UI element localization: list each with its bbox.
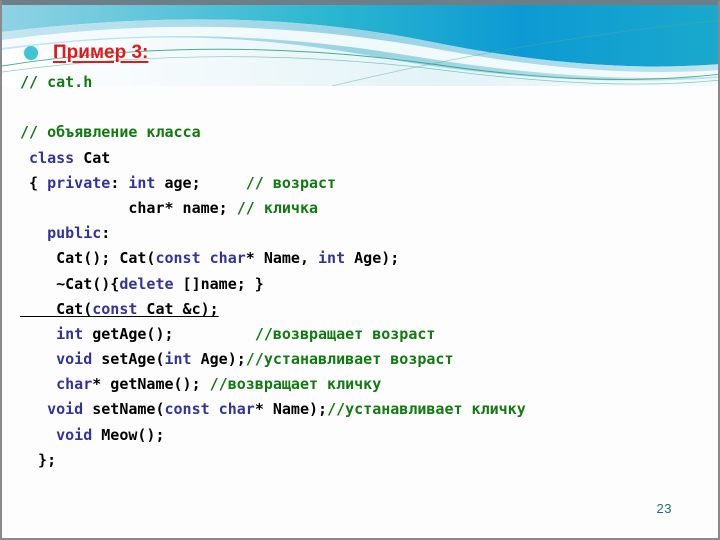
code-token-id	[20, 375, 56, 393]
slide-title-text: Пример 3:	[53, 42, 149, 63]
code-token-kw: int	[56, 324, 84, 343]
code-line: void setName(const char* Name);//устанав…	[20, 397, 710, 422]
slide-page-number: 23	[656, 501, 672, 516]
code-token-id	[20, 400, 47, 418]
code-token-cmt: // cat.h	[20, 73, 93, 91]
code-line: Cat(const Cat &c);	[20, 297, 710, 322]
code-token-id: setName(	[83, 400, 165, 419]
slide-title: Пример 3:	[24, 40, 148, 66]
code-token-kw: char	[56, 375, 93, 394]
code-token-kw: private	[47, 173, 111, 192]
code-token-id: {	[20, 173, 48, 192]
code-token-kw: const	[92, 299, 138, 318]
code-token-kw: class	[29, 148, 75, 167]
code-token-id	[20, 224, 47, 242]
code-token-kw: const char	[164, 400, 255, 419]
code-token-id: Cat &c);	[137, 299, 219, 318]
code-token-kw: int	[128, 173, 156, 192]
code-token-cmt: //устанавливает возраст	[245, 350, 454, 369]
code-token-kw: void	[47, 400, 84, 419]
code-token-id: :	[110, 173, 129, 192]
code-token-cmt: // объявление класса	[20, 123, 201, 142]
code-line: public:	[20, 221, 710, 246]
code-line: Cat(); Cat(const char* Name, int Age);	[20, 246, 710, 271]
bullet-circle-icon	[24, 46, 38, 60]
code-token-cmt: //устанавливает кличку	[327, 400, 526, 419]
code-token-cmt: //возвращает возраст	[254, 324, 436, 343]
code-token-id: ~Cat(){	[20, 274, 120, 293]
code-token-id: []name; }	[173, 274, 264, 293]
code-line: void setAge(int Age);//устанавливает воз…	[20, 347, 710, 372]
code-token-id: age;	[155, 173, 246, 192]
code-token-id	[20, 325, 56, 343]
presentation-slide: Пример 3: // cat.h // объявление класса …	[0, 0, 720, 540]
code-line: void Meow();	[20, 423, 710, 448]
code-token-kw: int	[164, 350, 192, 369]
code-line: char* getName(); //возвращает кличку	[20, 372, 710, 397]
code-line: };	[20, 448, 710, 473]
code-token-id: Meow();	[92, 425, 165, 444]
code-line: int getAge(); //возвращает возраст	[20, 322, 710, 347]
code-token-id: Age);	[345, 249, 400, 268]
code-token-cmt: //возвращает кличку	[209, 375, 382, 394]
code-token-cmt: // кличка	[236, 198, 319, 217]
code-line: class Cat	[20, 146, 710, 171]
code-token-id: :	[101, 224, 111, 243]
code-token-id: char* name;	[20, 198, 237, 217]
code-line: // cat.h	[20, 70, 710, 95]
code-token-id: setAge(	[92, 350, 165, 369]
code-block: // cat.h // объявление класса class Cat …	[20, 70, 710, 473]
code-token-id	[20, 350, 56, 368]
code-token-kw: void	[56, 350, 93, 369]
code-token-id: };	[20, 450, 57, 469]
code-token-id: * Name,	[245, 249, 319, 268]
code-token-id: getAge();	[83, 324, 255, 343]
code-token-id: Cat(	[20, 299, 93, 318]
code-token-id	[20, 149, 29, 167]
code-token-kw: int	[318, 249, 346, 268]
code-line: // объявление класса	[20, 120, 710, 145]
code-token-id: Cat	[74, 148, 111, 167]
code-line: char* name; // кличка	[20, 196, 710, 221]
code-token-kw: public	[47, 224, 102, 243]
code-token-kw: delete	[119, 274, 174, 293]
code-token-kw: void	[56, 425, 93, 444]
code-token-id: Age);	[191, 350, 246, 369]
code-token-id: * getName();	[92, 375, 210, 394]
code-token-kw: const char	[155, 249, 246, 268]
code-token-id: * Name);	[254, 400, 328, 419]
code-line: { private: int age; // возраст	[20, 171, 710, 196]
code-line: ~Cat(){delete []name; }	[20, 272, 710, 297]
code-token-id: Cat(); Cat(	[20, 249, 156, 268]
code-token-cmt: // возраст	[245, 173, 337, 192]
code-token-id	[20, 426, 56, 444]
